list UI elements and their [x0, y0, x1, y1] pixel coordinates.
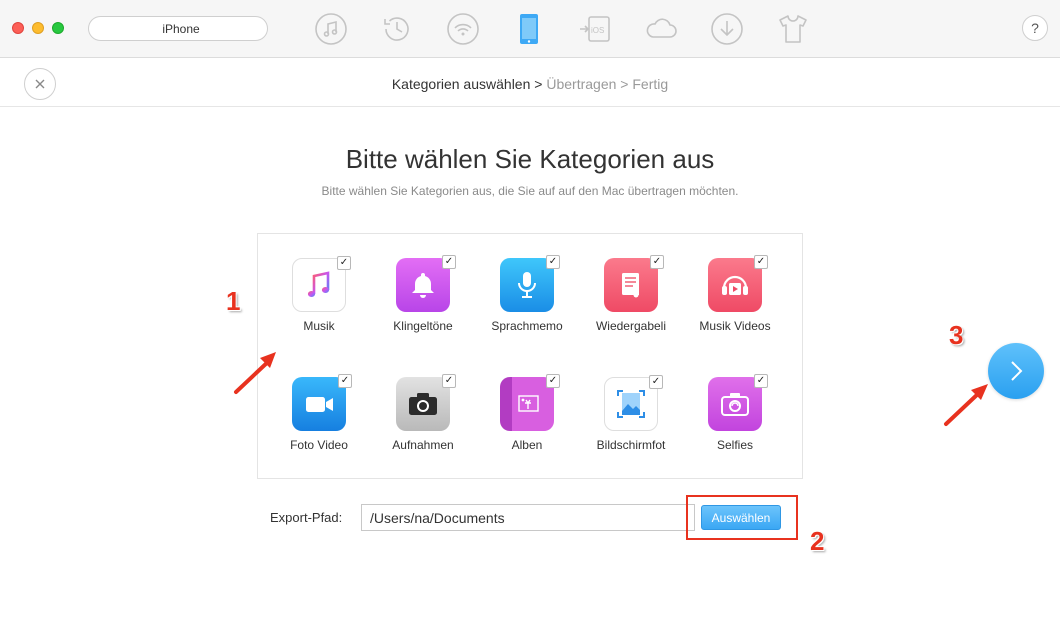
- category-label: Bildschirmfot: [596, 438, 666, 452]
- category-selfies[interactable]: ✓ Selfies: [685, 374, 785, 452]
- category-bildschirmfot[interactable]: ✓ Bildschirmfot: [581, 375, 681, 452]
- category-checkbox[interactable]: ✓: [754, 255, 768, 269]
- category-label: Klingeltöne: [393, 319, 453, 333]
- ios-transfer-icon[interactable]: iOS: [578, 12, 612, 46]
- playlist-icon: ✓: [604, 255, 664, 312]
- annotation-arrow-icon: [944, 384, 988, 426]
- cloud-icon[interactable]: [644, 12, 678, 46]
- category-label: Musik: [303, 319, 335, 333]
- microphone-icon: ✓: [500, 255, 560, 312]
- selfie-camera-icon: ✓: [708, 374, 768, 431]
- svg-text:iOS: iOS: [591, 26, 604, 35]
- breadcrumb-separator: >: [616, 76, 633, 92]
- iphone-icon[interactable]: [512, 12, 546, 46]
- category-label: Aufnahmen: [392, 438, 454, 452]
- breadcrumb-separator: >: [530, 76, 547, 92]
- category-label: Selfies: [716, 438, 754, 452]
- device-name: iPhone: [162, 21, 200, 36]
- minimize-window-button[interactable]: [32, 22, 44, 34]
- music-icon[interactable]: [314, 12, 348, 46]
- tshirt-icon[interactable]: [776, 12, 810, 46]
- category-checkbox[interactable]: ✓: [442, 374, 456, 388]
- category-checkbox[interactable]: ✓: [546, 374, 560, 388]
- category-klingeltoene[interactable]: ✓ Klingeltöne: [373, 255, 473, 333]
- chevron-right-icon: [1011, 361, 1023, 381]
- category-musik-videos[interactable]: ✓ Musik Videos: [685, 255, 785, 333]
- annotation-arrow-icon: [234, 352, 276, 394]
- bell-icon: ✓: [396, 255, 456, 312]
- breadcrumb-step-done: Fertig: [632, 76, 669, 92]
- page-subtitle: Bitte wählen Sie Kategorien aus, die Sie…: [321, 184, 739, 198]
- category-label: Alben: [511, 438, 543, 452]
- annotation-number-3: 3: [949, 320, 964, 350]
- app-window: iPhone iOS ? Kategorien auswählen > Über…: [0, 0, 1060, 635]
- zoom-window-button[interactable]: [52, 22, 64, 34]
- category-grid: ✓ Musik ✓ Klingeltöne ✓ Sprachmemo ✓ Wie…: [257, 233, 803, 479]
- step-bar: Kategorien auswählen > Übertragen > Fert…: [0, 59, 1060, 107]
- category-checkbox[interactable]: ✓: [337, 256, 351, 270]
- page-title: Bitte wählen Sie Kategorien aus: [345, 144, 715, 174]
- annotation-number-1: 1: [226, 286, 241, 316]
- category-checkbox[interactable]: ✓: [754, 374, 768, 388]
- album-icon: ✓: [500, 374, 560, 431]
- history-icon[interactable]: [380, 12, 414, 46]
- annotation-number-2: 2: [810, 526, 825, 556]
- category-wiedergabeli[interactable]: ✓ Wiedergabeli: [581, 255, 681, 333]
- device-selector[interactable]: iPhone: [88, 16, 268, 41]
- toolbar: iPhone iOS ?: [0, 0, 1060, 58]
- category-checkbox[interactable]: ✓: [338, 374, 352, 388]
- category-checkbox[interactable]: ✓: [546, 255, 560, 269]
- category-checkbox[interactable]: ✓: [649, 375, 663, 389]
- category-musik[interactable]: ✓ Musik: [269, 256, 369, 333]
- category-label: Musik Videos: [699, 319, 771, 333]
- next-button[interactable]: [988, 343, 1044, 399]
- breadcrumb: Kategorien auswählen > Übertragen > Fert…: [0, 76, 1060, 92]
- music-note-icon: ✓: [292, 256, 351, 312]
- category-checkbox[interactable]: ✓: [650, 255, 664, 269]
- help-button[interactable]: ?: [1022, 15, 1048, 41]
- screenshot-icon: ✓: [604, 375, 663, 431]
- breadcrumb-step-transfer: Übertragen: [546, 76, 617, 92]
- download-icon[interactable]: [710, 12, 744, 46]
- category-checkbox[interactable]: ✓: [442, 255, 456, 269]
- export-path-label: Export-Pfad:: [270, 510, 343, 525]
- category-label: Wiedergabeli: [595, 319, 667, 333]
- camera-icon: ✓: [396, 374, 456, 431]
- choose-path-button[interactable]: Auswählen: [701, 505, 781, 530]
- close-window-button[interactable]: [12, 22, 24, 34]
- category-sprachmemo[interactable]: ✓ Sprachmemo: [477, 255, 577, 333]
- wifi-sync-icon[interactable]: [446, 12, 480, 46]
- category-alben[interactable]: ✓ Alben: [477, 374, 577, 452]
- breadcrumb-step-select: Kategorien auswählen: [391, 76, 531, 92]
- category-label: Sprachmemo: [491, 319, 563, 333]
- category-foto-video[interactable]: ✓ Foto Video: [269, 374, 369, 452]
- export-path-input[interactable]: [361, 504, 695, 531]
- category-aufnahmen[interactable]: ✓ Aufnahmen: [373, 374, 473, 452]
- music-video-icon: ✓: [708, 255, 768, 312]
- video-camera-icon: ✓: [292, 374, 352, 431]
- category-label: Foto Video: [290, 438, 348, 452]
